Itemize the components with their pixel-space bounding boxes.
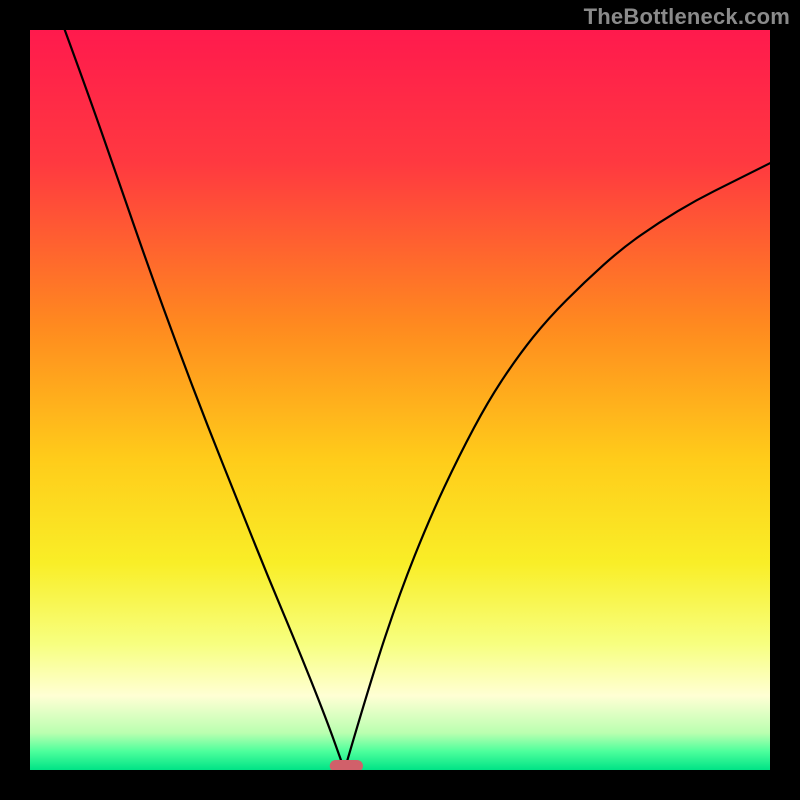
- watermark-text: TheBottleneck.com: [584, 4, 790, 30]
- chart-svg: [0, 0, 800, 800]
- chart-frame: { "watermark": "TheBottleneck.com", "cha…: [0, 0, 800, 800]
- plot-background: [30, 30, 770, 770]
